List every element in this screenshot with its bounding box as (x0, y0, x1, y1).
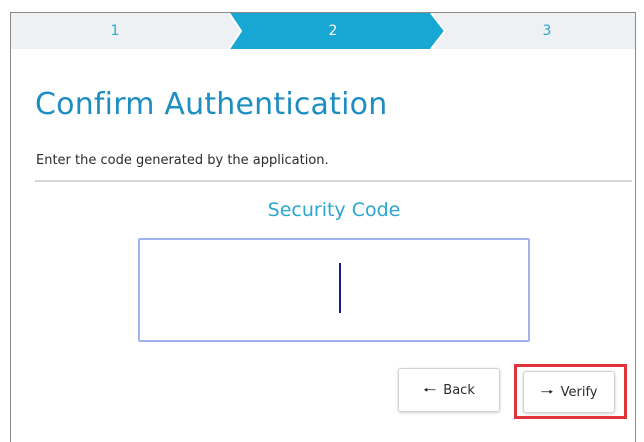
page-instructions: Enter the code generated by the applicat… (36, 153, 329, 168)
page-title: Confirm Authentication (35, 87, 388, 122)
divider (35, 180, 632, 182)
auth-panel: 1 2 3 Confirm Authentication Enter the c… (10, 12, 636, 442)
verify-button-label: Verify (560, 384, 598, 400)
step-3-label: 3 (542, 23, 552, 39)
step-2-label: 2 (328, 23, 338, 39)
security-code-input[interactable] (138, 238, 530, 342)
progress-stepper: 1 2 3 (11, 13, 635, 49)
security-code-label: Security Code (267, 199, 401, 221)
verify-button[interactable]: 🠒 Verify (523, 371, 615, 413)
arrow-left-icon: 🠐 (423, 380, 437, 399)
back-button[interactable]: 🠐 Back (398, 368, 500, 412)
step-1-label: 1 (110, 23, 120, 39)
arrow-right-icon: 🠒 (540, 382, 554, 401)
back-button-label: Back (443, 382, 475, 398)
text-caret (339, 263, 341, 313)
